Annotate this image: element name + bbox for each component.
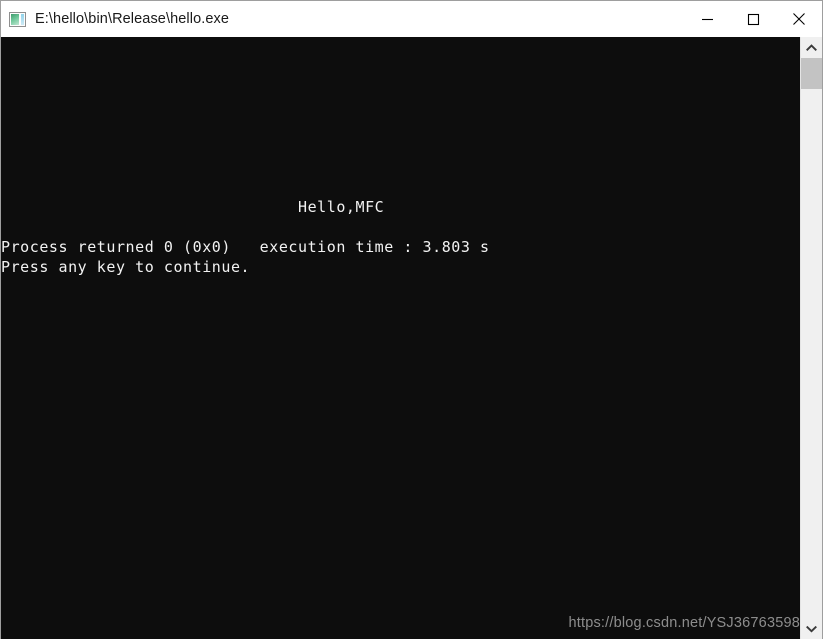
- vertical-scrollbar[interactable]: [800, 37, 822, 639]
- chevron-up-icon: [806, 43, 817, 51]
- console-icon-pane-right: [21, 13, 24, 25]
- titlebar[interactable]: E:\hello\bin\Release\hello.exe: [1, 1, 822, 37]
- window-title: E:\hello\bin\Release\hello.exe: [35, 10, 230, 27]
- maximize-icon: [747, 13, 759, 25]
- chevron-down-icon: [806, 625, 817, 633]
- minimize-button[interactable]: [684, 1, 730, 37]
- scroll-up-button[interactable]: [801, 37, 822, 58]
- watermark: https://blog.csdn.net/YSJ36763598: [568, 615, 800, 631]
- scrollbar-thumb[interactable]: [801, 58, 822, 89]
- maximize-button[interactable]: [730, 1, 776, 37]
- console-icon-pane-left: [11, 13, 19, 25]
- close-button[interactable]: [776, 1, 822, 37]
- console-window-icon: [9, 11, 26, 27]
- close-icon: [793, 13, 805, 25]
- minimize-icon: [701, 18, 713, 20]
- console-window: E:\hello\bin\Release\hello.exe Hello,MFC…: [0, 0, 823, 639]
- window-controls: [684, 1, 822, 37]
- scroll-down-button[interactable]: [801, 618, 822, 639]
- console-output-area[interactable]: Hello,MFC Process returned 0 (0x0) execu…: [1, 37, 822, 639]
- console-text: Hello,MFC Process returned 0 (0x0) execu…: [1, 198, 490, 276]
